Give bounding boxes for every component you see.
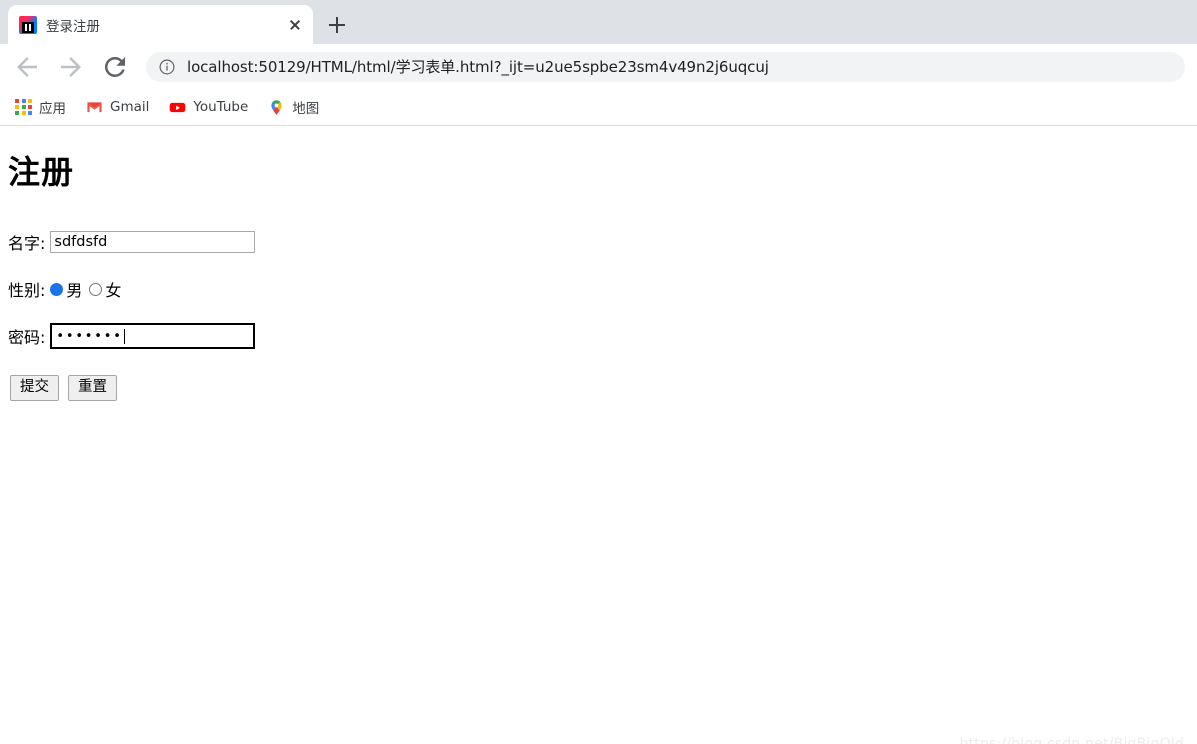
bookmark-maps[interactable]: 地图 bbox=[266, 94, 327, 120]
close-icon[interactable] bbox=[285, 15, 305, 35]
watermark: https://blog.csdn.net/BigBigOld bbox=[959, 736, 1184, 744]
bookmark-label: 应用 bbox=[39, 101, 66, 117]
browser-tab[interactable]: 登录注册 bbox=[8, 5, 313, 44]
page-title: 注册 bbox=[8, 153, 75, 191]
address-bar[interactable]: localhost:50129/HTML/html/学习表单.html?_ijt… bbox=[146, 51, 1185, 82]
bookmark-gmail[interactable]: Gmail bbox=[84, 94, 157, 120]
name-label: 名字: bbox=[8, 234, 46, 253]
gender-label: 性别: bbox=[8, 281, 46, 300]
info-circle-icon[interactable] bbox=[158, 58, 176, 76]
reset-button[interactable]: 重置 bbox=[68, 374, 117, 402]
radio-male-label: 男 bbox=[66, 281, 83, 300]
url-text: localhost:50129/HTML/html/学习表单.html?_ijt… bbox=[187, 58, 769, 76]
tab-title: 登录注册 bbox=[46, 18, 100, 35]
browser-toolbar: localhost:50129/HTML/html/学习表单.html?_ijt… bbox=[0, 44, 1197, 89]
browser-window: 登录注册 localhost:50129/HTML/html/学习表单.html… bbox=[0, 0, 1197, 744]
bookmark-label: 地图 bbox=[292, 101, 320, 117]
intellij-idea-favicon bbox=[19, 15, 37, 34]
form-row-password: 密码: ••••••• bbox=[8, 321, 1197, 351]
apps-grid-icon bbox=[15, 98, 32, 116]
password-input[interactable]: ••••••• bbox=[50, 323, 256, 349]
gender-option-female[interactable]: 女 bbox=[89, 277, 121, 301]
reload-icon[interactable] bbox=[100, 52, 130, 82]
bookmark-label: Gmail bbox=[110, 99, 150, 115]
youtube-icon bbox=[169, 99, 186, 116]
name-input[interactable] bbox=[50, 231, 256, 253]
bookmark-apps[interactable]: 应用 bbox=[13, 94, 74, 120]
back-icon[interactable] bbox=[12, 52, 42, 82]
bookmarks-bar: 应用 Gmail YouTube 地图 bbox=[0, 89, 1197, 126]
form-row-name: 名字: bbox=[8, 227, 1197, 257]
form-row-gender: 性别: 男 女 bbox=[8, 274, 1197, 304]
radio-female-label: 女 bbox=[105, 281, 122, 300]
bookmark-youtube[interactable]: YouTube bbox=[167, 94, 256, 120]
gender-option-male[interactable]: 男 bbox=[50, 277, 82, 301]
bookmark-label: YouTube bbox=[193, 99, 249, 115]
text-caret bbox=[123, 328, 125, 344]
radio-male-icon[interactable] bbox=[50, 282, 64, 296]
new-tab-button[interactable] bbox=[323, 11, 351, 39]
password-label: 密码: bbox=[8, 328, 46, 347]
form-row-buttons: 提交 重置 bbox=[10, 373, 1197, 403]
page-content: 注册 名字: 性别: 男 女 密码: •••••• bbox=[0, 147, 1197, 744]
google-maps-pin-icon bbox=[268, 99, 285, 116]
forward-icon[interactable] bbox=[56, 52, 86, 82]
gmail-icon bbox=[86, 99, 103, 116]
gender-radio-group: 男 女 bbox=[50, 277, 128, 301]
password-masked-value: ••••••• bbox=[56, 328, 123, 344]
tab-strip: 登录注册 bbox=[0, 0, 1197, 44]
radio-female-icon[interactable] bbox=[89, 282, 103, 296]
submit-button[interactable]: 提交 bbox=[10, 374, 59, 402]
